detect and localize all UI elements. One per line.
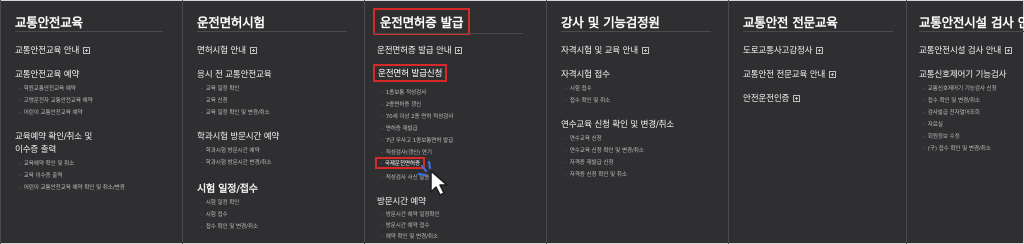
menu-column-license-issuance: 운전면허증 발급 운전면허증 발급 안내 운전면허 발급신청 1종보통 적성검사… [364, 0, 534, 244]
submenu-item[interactable]: 접수 확인 및 변경/취소 [201, 222, 258, 230]
group-pre-exam-education[interactable]: 응시 전 교통안전교육 [197, 68, 272, 80]
submenu-item[interactable]: 적성검사(갱신) 연기 [381, 148, 432, 156]
link-accident-appraiser[interactable]: 도로교통사고감정사 [743, 44, 824, 56]
submenu-item[interactable]: 자격증 신청 확인 및 취소 [565, 170, 627, 178]
menu-column-license-exam: 운전면허시험 면허시험 안내 응시 전 교통안전교육 교육 일정 확인 교육 신… [182, 0, 354, 244]
title-divider [373, 33, 523, 34]
submenu-item[interactable]: 교육 이수증 출력 [19, 171, 63, 179]
group-exam-schedule[interactable]: 시험 일정/접수 [197, 180, 258, 195]
submenu-item[interactable]: 면허증 재발급 [381, 124, 418, 132]
submenu-item[interactable]: 연수교육 신청 확인 및 변경/취소 [565, 146, 644, 154]
link-inspection-guide[interactable]: 교통안전시설 검사 안내 [919, 44, 1013, 56]
mouse-pointer-icon [418, 160, 448, 196]
menu-column-professional-education: 교통안전 전문교육 도로교통사고감정사 교통안전 전문교육 안내 안전운전인증 [728, 0, 898, 244]
submenu-item[interactable]: 시험 접수 [201, 210, 228, 218]
group-booking-check-line1[interactable]: 교육예약 확인/취소 및 [15, 130, 92, 142]
link-professional-education-guide[interactable]: 교통안전 전문교육 안내 [743, 68, 837, 80]
menu-column-instructor: 강사 및 기능검정원 자격시험 및 교육 안내 자격시험 접수 시험 접수 접수… [546, 0, 718, 244]
submenu-item[interactable]: 검사발급 전자열어조회 [923, 108, 980, 116]
plus-icon[interactable] [455, 47, 463, 54]
submenu-item[interactable]: 자격증 재발급 신청 [565, 158, 614, 166]
plus-icon[interactable] [249, 47, 257, 54]
submenu-item[interactable]: 자료실 [923, 120, 943, 128]
submenu-item[interactable]: 교통신호제어기 기능검사 신청 [923, 84, 997, 92]
submenu-item[interactable]: 회원정보 수정 [923, 132, 960, 140]
column-title[interactable]: 교통안전교육 [15, 12, 83, 31]
submenu-item[interactable]: 70세 이상 2종 면허 적성검사 [381, 112, 454, 120]
link-label: 교통안전 전문교육 안내 [743, 70, 826, 80]
submenu-item[interactable]: 교육 일정 확인 [201, 84, 240, 92]
link-exam-guide[interactable]: 면허시험 안내 [197, 44, 257, 56]
link-issuance-guide[interactable]: 운전면허증 발급 안내 [377, 44, 463, 56]
group-qualification-exam[interactable]: 자격시험 접수 [561, 68, 610, 80]
menu-column-traffic-education: 교통안전교육 교통안전교육 안내 교통안전교육 예약 학원교통안전교육 예약 고… [0, 0, 170, 244]
submenu-item[interactable]: 접수 확인 및 취소 [565, 96, 610, 104]
submenu-item[interactable]: 교육예약 확인 및 취소 [19, 159, 75, 167]
link-label: 안전운전인증 [743, 94, 790, 104]
link-education-guide[interactable]: 교통안전교육 안내 [15, 44, 91, 56]
submenu-item[interactable]: 예약 확인 및 변경/취소 [381, 232, 438, 240]
submenu-item[interactable]: 시험 접수 [565, 84, 592, 92]
submenu-item[interactable]: 접수 확인 및 변경/취소 [923, 96, 980, 104]
submenu-item[interactable]: 시험 일정 확인 [201, 198, 240, 206]
group-visit-booking[interactable]: 방문시간 예약 [377, 195, 426, 207]
group-written-exam-visit[interactable]: 학과시험 방문시간 예약 [197, 130, 279, 142]
submenu-item[interactable]: 방문시간 예약 접수 [381, 221, 430, 229]
submenu-item[interactable]: 연수교육 신청 [565, 134, 602, 142]
plus-icon[interactable] [641, 47, 649, 54]
column-title[interactable]: 운전면허시험 [197, 12, 265, 31]
link-label: 자격시험 및 교육 안내 [561, 46, 638, 56]
submenu-item[interactable]: 어린이 교통안전교육 예약 확인 및 취소/변경 [19, 183, 125, 191]
column-title[interactable]: 강사 및 기능검정원 [561, 12, 660, 31]
title-divider [919, 31, 1024, 32]
group-issuance-application-highlighted[interactable]: 운전면허 발급신청 [373, 64, 448, 82]
title-divider [743, 31, 893, 32]
submenu-item[interactable]: 교육 신청 [201, 96, 228, 104]
title-divider [197, 31, 347, 32]
link-label: 교통안전시설 검사 안내 [919, 46, 1002, 56]
submenu-item[interactable]: 학원교통안전교육 예약 [19, 84, 76, 92]
group-training-application[interactable]: 연수교육 신청 확인 및 변경/취소 [561, 118, 674, 130]
link-label: 교통안전교육 안내 [15, 46, 80, 56]
link-qualification-guide[interactable]: 자격시험 및 교육 안내 [561, 44, 649, 56]
column-title-highlighted[interactable]: 운전면허증 발급 [373, 8, 471, 35]
submenu-item[interactable]: 방문시간 예약 일정확인 [381, 210, 440, 218]
title-divider [561, 31, 711, 32]
submenu-item[interactable]: 고령운전자 교통안전교육 예약 [19, 96, 93, 104]
column-title[interactable]: 교통안전 전문교육 [743, 12, 838, 31]
link-label: 운전면허증 발급 안내 [377, 46, 452, 56]
submenu-item[interactable]: 학과시험 방문시간 변경/취소 [201, 158, 272, 166]
submenu-item[interactable]: 교육 일정 확인 및 변경/취소 [201, 108, 270, 116]
plus-icon[interactable] [793, 95, 801, 102]
plus-icon[interactable] [829, 71, 837, 78]
plus-icon[interactable] [1005, 47, 1013, 54]
submenu-item[interactable]: 2종면허증 갱신 [381, 100, 422, 108]
plus-icon[interactable] [816, 47, 824, 54]
submenu-item[interactable]: 7년 무사고 1종보통면허 발급 [381, 136, 454, 144]
title-divider [15, 31, 163, 32]
group-education-booking[interactable]: 교통안전교육 예약 [15, 68, 79, 80]
group-signal-controller[interactable]: 교통신호제어기 기능검사 [919, 68, 1007, 80]
menu-column-facility-inspection: 교통안전시설 검사 안내 교통안전시설 검사 안내 교통신호제어기 기능검사 교… [906, 0, 1024, 244]
submenu-item[interactable]: 1종보통 적성검사 [381, 88, 427, 96]
submenu-item[interactable]: 어린이 교통안전교육 예약 [19, 108, 83, 116]
submenu-item[interactable]: (구) 접수 확인 및 변경/취소 [923, 144, 991, 152]
plus-icon[interactable] [83, 47, 91, 54]
group-booking-check-line2[interactable]: 이수증 출력 [15, 143, 56, 155]
submenu-item[interactable]: 학과시험 방문시간 예약 [201, 146, 260, 154]
link-safe-driving-cert[interactable]: 안전운전인증 [743, 92, 801, 104]
link-label: 면허시험 안내 [197, 46, 246, 56]
column-title[interactable]: 교통안전시설 검사 안내 [919, 12, 1024, 31]
link-label: 도로교통사고감정사 [743, 46, 813, 56]
